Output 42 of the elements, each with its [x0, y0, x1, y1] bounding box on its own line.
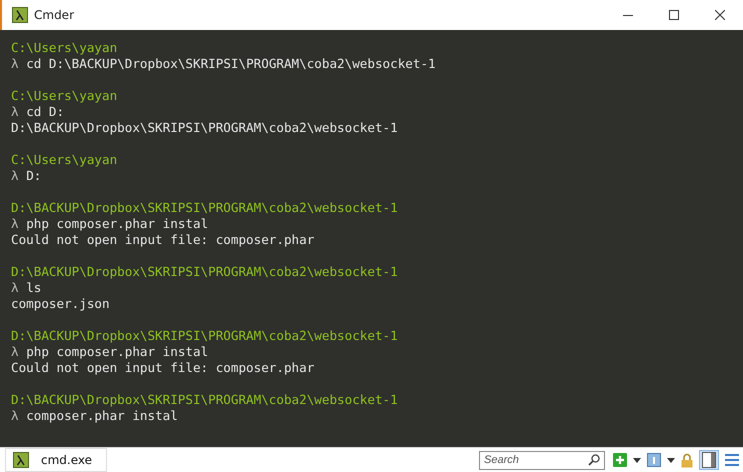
caret-icon[interactable] [633, 458, 641, 462]
prompt-path: C:\Users\yayan [11, 40, 118, 55]
prompt-path: D:\BACKUP\Dropbox\SKRIPSI\PROGRAM\coba2\websocket-1 [11, 264, 398, 279]
command-text: php composer.phar instal [26, 344, 208, 359]
lambda-icon [13, 452, 29, 468]
command-text: ls [26, 280, 42, 295]
close-icon [715, 10, 725, 20]
prompt-symbol: λ [11, 408, 19, 423]
lambda-app-icon [12, 7, 28, 23]
output-text: Could not open input file: composer.phar [11, 232, 314, 247]
prompt-symbol: λ [11, 168, 19, 183]
command-text: cd D:\BACKUP\Dropbox\SKRIPSI\PROGRAM\coba2\websocket-1 [26, 56, 436, 71]
prompt-symbol: λ [11, 216, 19, 231]
prompt-path: C:\Users\yayan [11, 88, 118, 103]
prompt-symbol: λ [11, 280, 19, 295]
console-tab[interactable]: cmd.exe [5, 448, 108, 472]
prompt-symbol: λ [11, 104, 19, 119]
maximize-icon [669, 10, 679, 20]
command-text: cd D: [26, 104, 64, 119]
menu-icon[interactable] [725, 454, 739, 466]
output-text: Could not open input file: composer.phar [11, 360, 314, 375]
prompt-path: D:\BACKUP\Dropbox\SKRIPSI\PROGRAM\coba2\websocket-1 [11, 392, 398, 407]
search-field[interactable]: Search [479, 450, 605, 470]
window-icon[interactable] [647, 453, 661, 467]
lock-icon[interactable] [681, 452, 693, 468]
terminal-panel[interactable] [0, 30, 743, 447]
prompt-path: D:\BACKUP\Dropbox\SKRIPSI\PROGRAM\coba2\websocket-1 [11, 328, 398, 343]
split-view-icon [702, 452, 716, 468]
window-title: Cmder [34, 8, 74, 22]
prompt-path: C:\Users\yayan [11, 152, 118, 167]
command-text: D: [26, 168, 42, 183]
new-console-icon[interactable] [613, 453, 627, 467]
prompt-symbol: λ [11, 344, 19, 359]
output-text: composer.json [11, 296, 110, 311]
output-text: D:\BACKUP\Dropbox\SKRIPSI\PROGRAM\coba2\websocket-1 [11, 120, 398, 135]
command-text: composer.phar instal [26, 408, 178, 423]
split-view-button[interactable] [699, 450, 719, 470]
prompt-path: D:\BACKUP\Dropbox\SKRIPSI\PROGRAM\coba2\websocket-1 [11, 200, 398, 215]
prompt-symbol: λ [11, 56, 19, 71]
search-icon [588, 454, 600, 466]
caret-icon[interactable] [667, 458, 675, 462]
command-text: php composer.phar instal [26, 216, 208, 231]
